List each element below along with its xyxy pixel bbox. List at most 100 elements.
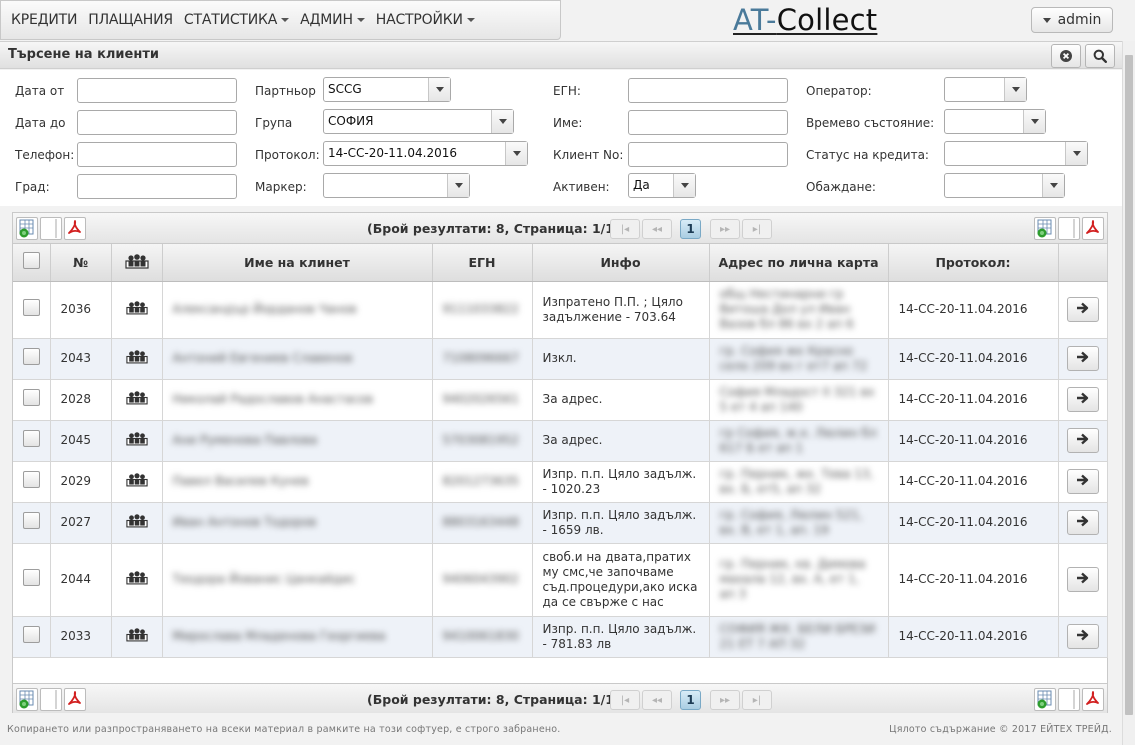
phone-input[interactable] <box>77 142 237 167</box>
menu-item-3[interactable]: АДМИН <box>300 12 365 28</box>
client-group-icon[interactable] <box>111 338 163 380</box>
partner-select[interactable]: SCCG <box>323 77 451 102</box>
user-menu-button[interactable]: admin <box>1031 7 1113 33</box>
operator-select[interactable] <box>944 77 1027 102</box>
prev-page-button[interactable]: ◂◂ <box>642 690 672 710</box>
export-document-icon[interactable] <box>40 217 62 240</box>
group-select[interactable]: СОФИЯ <box>323 109 514 134</box>
call-select[interactable] <box>944 173 1065 198</box>
row-checkbox[interactable] <box>22 430 40 447</box>
column-header-address[interactable]: Адрес по лична карта <box>709 244 889 282</box>
client-group-icon[interactable] <box>111 379 163 421</box>
client-group-icon[interactable] <box>111 281 163 339</box>
row-select-cell[interactable] <box>13 420 51 462</box>
export-pdf-icon[interactable] <box>1082 688 1104 711</box>
next-page-button[interactable]: ▸▸ <box>710 219 740 239</box>
row-checkbox[interactable] <box>22 389 40 406</box>
search-button[interactable] <box>1085 44 1115 68</box>
row-checkbox[interactable] <box>22 569 40 586</box>
row-checkbox[interactable] <box>22 299 40 316</box>
select-all-header[interactable] <box>13 244 51 282</box>
row-select-cell[interactable] <box>13 461 51 503</box>
open-client-button[interactable] <box>1066 510 1099 535</box>
table-row[interactable]: 2045 Ани Руменова Павлова 5703081952 За адр… <box>13 420 1108 462</box>
menu-item-0[interactable]: КРЕДИТИ <box>11 12 77 28</box>
client-no-input[interactable] <box>628 142 788 167</box>
row-checkbox[interactable] <box>22 626 40 643</box>
column-header-name[interactable]: Име на клинет <box>162 244 433 282</box>
prev-page-button[interactable]: ◂◂ <box>642 219 672 239</box>
export-excel-icon[interactable] <box>16 217 38 240</box>
menu-item-2[interactable]: СТАТИСТИКА <box>184 12 290 28</box>
column-header-egn[interactable]: ЕГН <box>432 244 533 282</box>
open-client-button[interactable] <box>1066 469 1099 494</box>
export-pdf-icon[interactable] <box>1082 217 1104 240</box>
table-row[interactable]: 2033 Мирослава Младенова Георгиева 9410061… <box>13 616 1108 658</box>
export-document-icon[interactable] <box>40 688 62 711</box>
column-header-number[interactable]: № <box>50 244 112 282</box>
date-to-input[interactable] <box>77 110 237 135</box>
group-people-icon <box>124 253 149 269</box>
export-excel-icon[interactable] <box>1034 688 1056 711</box>
table-row[interactable]: 2044 Теодора Йованис Цанкайдис 9406043902 с… <box>13 543 1108 617</box>
export-document-icon[interactable] <box>1058 688 1080 711</box>
last-page-button[interactable]: ▸| <box>742 219 772 239</box>
export-pdf-icon[interactable] <box>64 217 86 240</box>
client-group-icon[interactable] <box>111 543 163 617</box>
open-client-button[interactable] <box>1066 428 1099 453</box>
select-all-checkbox[interactable] <box>22 252 40 270</box>
export-pdf-icon[interactable] <box>64 688 86 711</box>
page-1-button[interactable]: 1 <box>680 219 701 239</box>
menu-item-label: НАСТРОЙКИ <box>375 12 463 28</box>
open-client-button[interactable] <box>1066 387 1099 412</box>
export-excel-icon[interactable] <box>16 688 38 711</box>
row-select-cell[interactable] <box>13 379 51 421</box>
open-client-button[interactable] <box>1066 297 1099 322</box>
app-logo[interactable]: AT-Collect <box>733 3 877 37</box>
active-select[interactable]: Да <box>628 173 696 198</box>
row-checkbox[interactable] <box>22 471 40 488</box>
export-document-icon[interactable] <box>1058 217 1080 240</box>
client-group-icon[interactable] <box>111 616 163 658</box>
clear-filters-button[interactable] <box>1051 44 1081 68</box>
row-checkbox[interactable] <box>22 348 40 365</box>
page-scrollbar[interactable] <box>1122 41 1135 745</box>
last-page-button[interactable]: ▸| <box>742 690 772 710</box>
row-select-cell[interactable] <box>13 338 51 380</box>
client-group-icon[interactable] <box>111 461 163 503</box>
first-page-button[interactable]: |◂ <box>610 219 640 239</box>
name-input[interactable] <box>628 110 788 135</box>
client-group-icon[interactable] <box>111 502 163 544</box>
protocol-select[interactable]: 14-СС-20-11.04.2016 <box>323 141 528 166</box>
table-row[interactable]: 2043 Антоний Евгениев Славенов 7108096667 И… <box>13 338 1108 380</box>
column-header-protocol[interactable]: Протокол: <box>888 244 1059 282</box>
menu-item-1[interactable]: ПЛАЩАНИЯ <box>88 12 173 28</box>
egn-input[interactable] <box>628 78 788 103</box>
table-row[interactable]: 2036 Александър Йорданов Чанов 9111033822 И… <box>13 281 1108 339</box>
row-select-cell[interactable] <box>13 616 51 658</box>
protocol-value: 14-СС-20-11.04.2016 <box>328 146 457 160</box>
table-row[interactable]: 2027 Иван Антонов Тодоров 8803163448 Изпр. … <box>13 502 1108 544</box>
column-header-info[interactable]: Инфо <box>532 244 710 282</box>
row-select-cell[interactable] <box>13 281 51 339</box>
export-excel-icon[interactable] <box>1034 217 1056 240</box>
row-checkbox[interactable] <box>22 512 40 529</box>
table-row[interactable]: 2028 Николай Радославов Анастасов 94020265… <box>13 379 1108 421</box>
scrollbar-thumb[interactable] <box>1125 55 1133 715</box>
menu-item-4[interactable]: НАСТРОЙКИ <box>376 12 475 28</box>
page-1-button[interactable]: 1 <box>680 690 701 710</box>
date-from-input[interactable] <box>77 78 237 103</box>
client-group-icon[interactable] <box>111 420 163 462</box>
credit-status-select[interactable] <box>944 141 1088 166</box>
open-client-button[interactable] <box>1066 567 1099 592</box>
row-select-cell[interactable] <box>13 502 51 544</box>
row-select-cell[interactable] <box>13 543 51 617</box>
first-page-button[interactable]: |◂ <box>610 690 640 710</box>
table-row[interactable]: 2029 Павел Василев Кунев 8201273635 Изпр. п… <box>13 461 1108 503</box>
next-page-button[interactable]: ▸▸ <box>710 690 740 710</box>
city-input[interactable] <box>77 174 237 199</box>
open-client-button[interactable] <box>1066 624 1099 649</box>
open-client-button[interactable] <box>1066 346 1099 371</box>
marker-select[interactable] <box>323 173 470 198</box>
temp-state-select[interactable] <box>944 109 1046 134</box>
